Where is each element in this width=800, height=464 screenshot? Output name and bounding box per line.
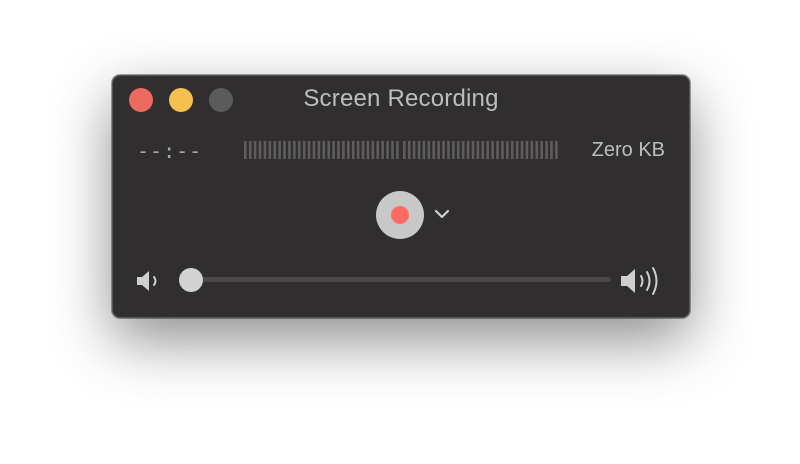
meter-segment — [381, 141, 384, 159]
meter-segment — [407, 141, 411, 159]
volume-slider-track[interactable] — [185, 277, 611, 282]
meter-segment — [520, 141, 524, 159]
window-title: Screen Recording — [303, 85, 499, 112]
meter-segment — [481, 141, 485, 159]
meter-segment — [283, 141, 286, 159]
meter-segment — [273, 141, 277, 159]
meter-segment — [302, 141, 306, 159]
meter-segment — [461, 141, 465, 159]
meter-segment — [510, 141, 514, 159]
meter-segment — [244, 141, 247, 159]
meter-segment — [530, 141, 534, 159]
meter-segment — [515, 141, 519, 159]
record-icon — [391, 206, 409, 224]
meter-segment — [486, 141, 490, 159]
meter-segment — [386, 141, 389, 159]
meter-segment — [278, 141, 281, 159]
meter-segment — [432, 141, 436, 159]
meter-segment — [293, 141, 296, 159]
meter-segment — [525, 141, 529, 159]
meter-segment — [535, 141, 539, 159]
meter-segment — [442, 141, 445, 159]
meter-segment — [396, 141, 399, 159]
meter-segment — [550, 141, 553, 159]
meter-segment — [347, 141, 350, 159]
meter-segment — [555, 141, 558, 159]
meter-segment — [253, 141, 257, 159]
meter-segment — [437, 141, 440, 159]
meter-segment — [491, 141, 494, 159]
meter-segment — [452, 141, 455, 159]
volume-slider-knob[interactable] — [179, 268, 203, 292]
meter-segment — [417, 141, 421, 159]
meter-segment — [297, 141, 301, 159]
meter-segment — [496, 141, 499, 159]
chevron-down-icon[interactable] — [433, 207, 451, 221]
meter-segment — [412, 141, 416, 159]
meter-segment — [545, 141, 548, 159]
meter-segment — [288, 141, 291, 159]
meter-segment — [322, 141, 326, 159]
meter-segment — [422, 141, 426, 159]
meter-segment — [476, 141, 480, 159]
meter-segment — [447, 141, 450, 159]
meter-segment — [307, 141, 311, 159]
meter-segment — [312, 141, 316, 159]
meter-segment — [317, 141, 321, 159]
meter-segment — [540, 141, 543, 159]
meter-segment — [337, 141, 340, 159]
meter-segment — [403, 141, 406, 159]
meter-segment — [471, 141, 475, 159]
meter-segment — [376, 141, 380, 159]
meter-segment — [356, 141, 360, 159]
meter-segment — [351, 141, 355, 159]
meter-segment — [506, 141, 509, 159]
meter-segment — [342, 141, 345, 159]
meter-segment — [427, 141, 431, 159]
meter-segment — [366, 141, 370, 159]
elapsed-time: --:-- — [137, 139, 203, 163]
file-size: Zero KB — [591, 139, 665, 161]
meter-segment — [361, 141, 365, 159]
meter-segment — [371, 141, 375, 159]
meter-segment — [327, 141, 331, 159]
meter-segment — [268, 141, 272, 159]
meter-segment — [391, 141, 394, 159]
audio-level-meter — [244, 141, 558, 159]
meter-segment — [258, 141, 262, 159]
speaker-low-icon[interactable] — [135, 268, 163, 294]
screen-recording-window: Screen Recording --:-- Zero KB — [112, 75, 690, 318]
record-button[interactable] — [376, 191, 424, 239]
meter-segment — [501, 141, 504, 159]
meter-segment — [456, 141, 460, 159]
meter-segment — [466, 141, 470, 159]
meter-segment — [248, 141, 252, 159]
meter-segment — [332, 141, 335, 159]
meter-segment — [263, 141, 267, 159]
speaker-high-icon[interactable] — [619, 265, 665, 297]
